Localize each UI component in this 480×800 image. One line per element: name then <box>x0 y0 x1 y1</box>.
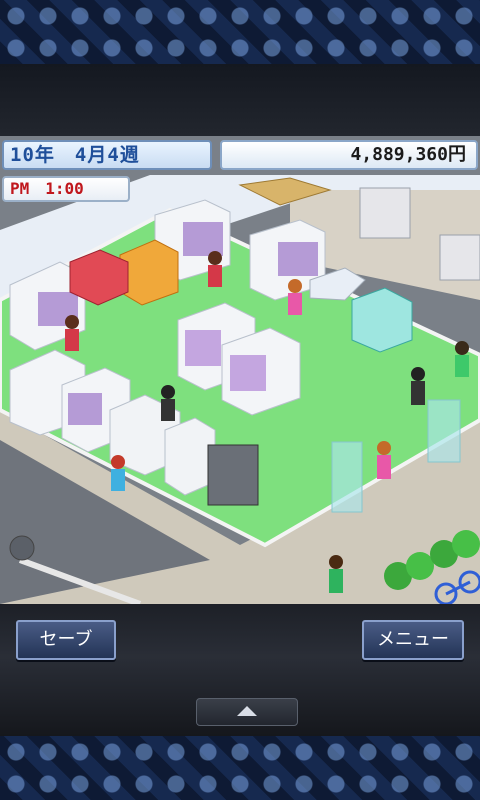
money-display: 4,889,360円 <box>220 140 478 170</box>
character-icon[interactable] <box>65 315 79 351</box>
character-icon[interactable] <box>411 367 425 405</box>
glass-door-icon <box>331 441 363 513</box>
character-icon[interactable] <box>377 441 391 479</box>
display-case-icon <box>351 287 413 353</box>
glass-door-icon <box>427 399 461 463</box>
character-icon[interactable] <box>111 455 125 491</box>
decorative-top-frame <box>0 0 480 64</box>
shelf-icon <box>359 187 411 239</box>
triangle-up-icon <box>237 706 257 716</box>
save-button[interactable]: セーブ <box>16 620 116 660</box>
date-display: 10年 4月4週 <box>2 140 212 170</box>
menu-button[interactable]: メニュー <box>362 620 464 660</box>
character-icon[interactable] <box>288 279 302 315</box>
store-scene[interactable] <box>0 136 480 604</box>
expand-panel-button[interactable] <box>196 698 298 726</box>
character-icon[interactable] <box>455 341 469 377</box>
decorative-bottom-frame <box>0 736 480 800</box>
character-icon[interactable] <box>208 251 222 287</box>
character-icon[interactable] <box>161 385 175 421</box>
character-icon[interactable] <box>329 555 343 593</box>
manhole-icon <box>9 535 35 561</box>
shelf-icon <box>221 327 301 416</box>
top-bar <box>0 64 480 136</box>
trash-bin-icon <box>207 444 259 506</box>
time-display: PM 1:00 <box>2 176 130 202</box>
shelf-icon <box>439 234 480 281</box>
game-viewport[interactable] <box>0 136 480 604</box>
